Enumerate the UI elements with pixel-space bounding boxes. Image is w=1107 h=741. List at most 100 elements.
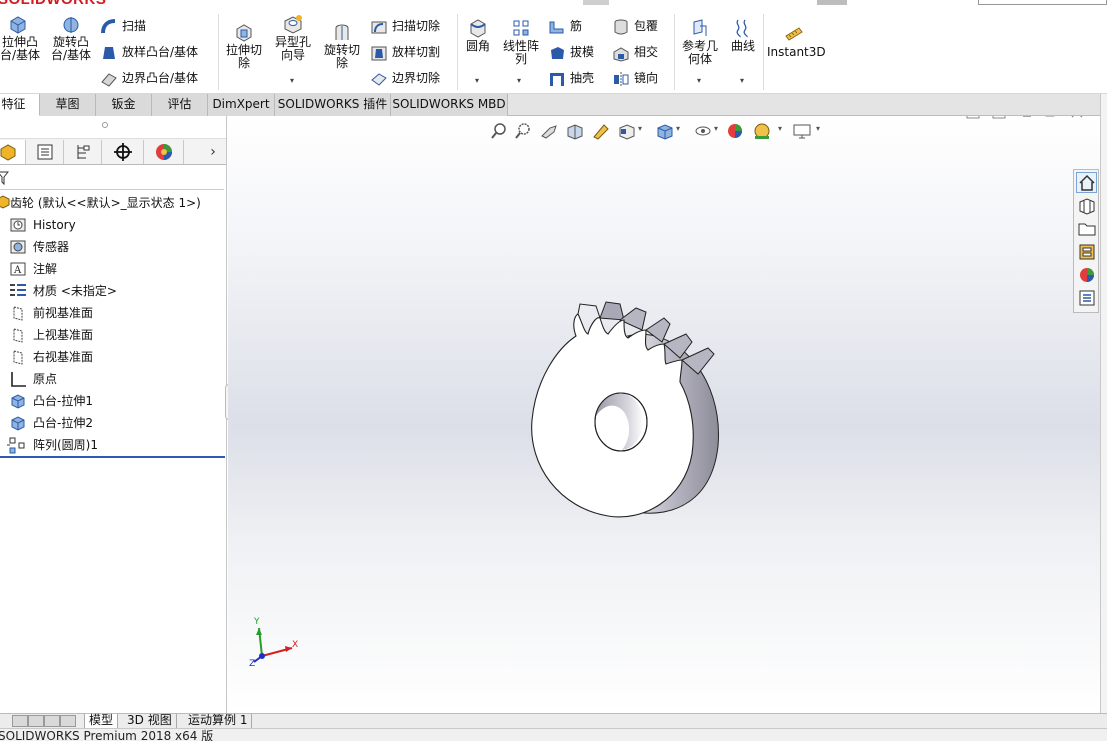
last-tab-arrow-icon[interactable] <box>60 715 76 727</box>
tree-item-circular-pattern1[interactable]: 阵列(圆周)1 <box>0 434 226 456</box>
tree-item-boss-extrude1[interactable]: 凸台-拉伸1 <box>0 390 226 412</box>
chevron-down-icon[interactable]: ▾ <box>676 124 680 133</box>
curves-button[interactable]: 曲线 <box>727 18 759 53</box>
boundary-boss-button[interactable]: 边界凸台/基体 <box>100 68 198 88</box>
tree-item-label: 材质 <未指定> <box>33 284 117 298</box>
tree-item-boss-extrude2[interactable]: 凸台-拉伸2 <box>0 412 226 434</box>
reference-geometry-button[interactable]: 参考几何体 <box>678 18 722 65</box>
display-style-icon[interactable] <box>656 122 674 140</box>
tree-item-top-plane[interactable]: 上视基准面 <box>0 324 226 346</box>
chevron-down-icon[interactable]: ▾ <box>638 124 642 133</box>
view-palette-tab[interactable] <box>1076 241 1097 262</box>
intersect-button[interactable]: 相交 <box>612 42 658 62</box>
tab-3d-views-label: 3D 视图 <box>127 713 172 727</box>
fillet-button[interactable]: 圆角 <box>461 18 495 53</box>
arrow-right-icon[interactable] <box>992 116 1006 119</box>
dynamic-annotation-icon[interactable] <box>592 122 610 140</box>
chevron-down-icon[interactable]: ▾ <box>816 124 820 133</box>
tab-sketch[interactable]: 草图 <box>40 94 96 116</box>
prev-tab-arrow-icon[interactable] <box>28 715 44 727</box>
hide-show-items-icon[interactable] <box>694 122 712 140</box>
hole-wizard-dropdown-arrow[interactable]: ▾ <box>290 76 294 85</box>
tab-motion-study[interactable]: 运动算例 1 <box>184 714 253 728</box>
search-field[interactable] <box>978 0 1107 5</box>
tab-model-label: 模型 <box>89 713 114 727</box>
tab-dimxpert[interactable]: DimXpert <box>208 94 275 116</box>
draft-button[interactable]: 拔模 <box>548 42 594 62</box>
reference-geometry-dropdown-arrow[interactable]: ▾ <box>697 76 701 85</box>
revolve-cut-button[interactable]: 旋转切除 <box>320 22 364 69</box>
tree-item-history[interactable]: History <box>0 214 226 236</box>
lofted-cut-button[interactable]: 放样切割 <box>370 42 440 62</box>
loft-boss-button[interactable]: 放样凸台/基体 <box>100 42 198 62</box>
quick-access-button[interactable] <box>817 0 847 5</box>
tab-features[interactable]: 特征 <box>0 94 40 116</box>
panel-collapse-handle[interactable] <box>102 122 108 128</box>
arrow-left-icon[interactable] <box>966 116 980 119</box>
rollback-bar[interactable] <box>0 456 225 458</box>
first-tab-arrow-icon[interactable] <box>12 715 28 727</box>
chevron-down-icon[interactable]: ▾ <box>714 124 718 133</box>
wrap-button[interactable]: 包覆 <box>612 16 658 36</box>
display-manager-tab[interactable] <box>144 140 184 164</box>
rib-button[interactable]: 筋 <box>548 16 582 36</box>
tree-filter[interactable] <box>0 166 224 190</box>
hole-wizard-button[interactable]: 异型孔向导 <box>270 14 316 61</box>
tab-3d-views[interactable]: 3D 视图 <box>123 714 177 728</box>
view-orientation-icon[interactable] <box>618 122 636 140</box>
graphics-area[interactable]: ▾ ▾ ▾ ▾ ▾ Y X Z <box>228 116 1100 713</box>
quick-access-toolbar[interactable] <box>583 0 609 5</box>
tree-item-label: 上视基准面 <box>33 328 94 342</box>
linear-pattern-button[interactable]: 线性阵列 <box>499 18 543 65</box>
revolve-boss-button[interactable]: 旋转凸台/基体 <box>48 14 94 61</box>
custom-properties-tab[interactable] <box>1076 287 1097 308</box>
next-tab-arrow-icon[interactable] <box>44 715 60 727</box>
zoom-to-fit-icon[interactable] <box>490 122 508 140</box>
swept-cut-button[interactable]: 扫描切除 <box>370 16 440 36</box>
tab-evaluate[interactable]: 评估 <box>152 94 208 116</box>
tree-item-material[interactable]: 材质 <未指定> <box>0 280 226 302</box>
tree-root[interactable]: 齿轮 (默认<<默认>_显示状态 1>) <box>0 192 226 214</box>
apply-scene-icon[interactable] <box>752 122 772 140</box>
tab-solidworks-mbd[interactable]: SOLIDWORKS MBD <box>391 94 508 116</box>
tree-item-annotations[interactable]: A 注解 <box>0 258 226 280</box>
right-scroll-edge[interactable] <box>1100 94 1107 728</box>
configuration-manager-tab[interactable] <box>64 140 102 164</box>
property-manager-tab[interactable] <box>26 140 64 164</box>
appearances-tab[interactable] <box>1076 264 1097 285</box>
mirror-button[interactable]: 镜向 <box>612 68 658 88</box>
design-library-tab[interactable] <box>1076 195 1097 216</box>
restore-icon[interactable] <box>1044 116 1058 119</box>
chevron-down-icon[interactable]: ▾ <box>778 124 782 133</box>
minimize-icon[interactable] <box>1020 116 1034 119</box>
instant3d-button[interactable]: Instant3D <box>767 24 826 59</box>
section-view-icon[interactable] <box>566 122 584 140</box>
solidworks-resources-tab[interactable] <box>1076 172 1097 193</box>
edit-appearance-icon[interactable] <box>726 122 744 140</box>
previous-view-icon[interactable] <box>540 122 558 140</box>
close-icon[interactable] <box>1070 116 1084 119</box>
zoom-to-area-icon[interactable] <box>514 122 532 140</box>
file-explorer-tab[interactable] <box>1076 218 1097 239</box>
view-settings-icon[interactable] <box>792 122 812 140</box>
dimxpert-manager-tab[interactable] <box>102 140 144 164</box>
boundary-cut-button[interactable]: 边界切除 <box>370 68 440 88</box>
extrude-boss-button[interactable]: 拉伸凸台/基体 <box>0 14 42 61</box>
tree-item-front-plane[interactable]: 前视基准面 <box>0 302 226 324</box>
tree-item-origin[interactable]: 原点 <box>0 368 226 390</box>
tab-model[interactable]: 模型 <box>84 713 119 728</box>
gear-model[interactable] <box>524 296 730 521</box>
feature-manager-tab[interactable] <box>0 140 26 164</box>
shell-button[interactable]: 抽壳 <box>548 68 594 88</box>
fillet-dropdown-arrow[interactable]: ▾ <box>475 76 479 85</box>
extrude-cut-button[interactable]: 拉伸切除 <box>222 22 266 69</box>
linear-pattern-dropdown-arrow[interactable]: ▾ <box>517 76 521 85</box>
tree-item-right-plane[interactable]: 右视基准面 <box>0 346 226 368</box>
chevron-right-icon[interactable]: › <box>200 140 226 164</box>
tab-sheet-metal[interactable]: 钣金 <box>96 94 152 116</box>
tree-item-sensors[interactable]: 传感器 <box>0 236 226 258</box>
curves-dropdown-arrow[interactable]: ▾ <box>740 76 744 85</box>
tab-solidworks-addins[interactable]: SOLIDWORKS 插件 <box>275 94 391 116</box>
tab-scroll-buttons[interactable] <box>12 715 76 727</box>
sweep-button[interactable]: 扫描 <box>100 16 146 36</box>
